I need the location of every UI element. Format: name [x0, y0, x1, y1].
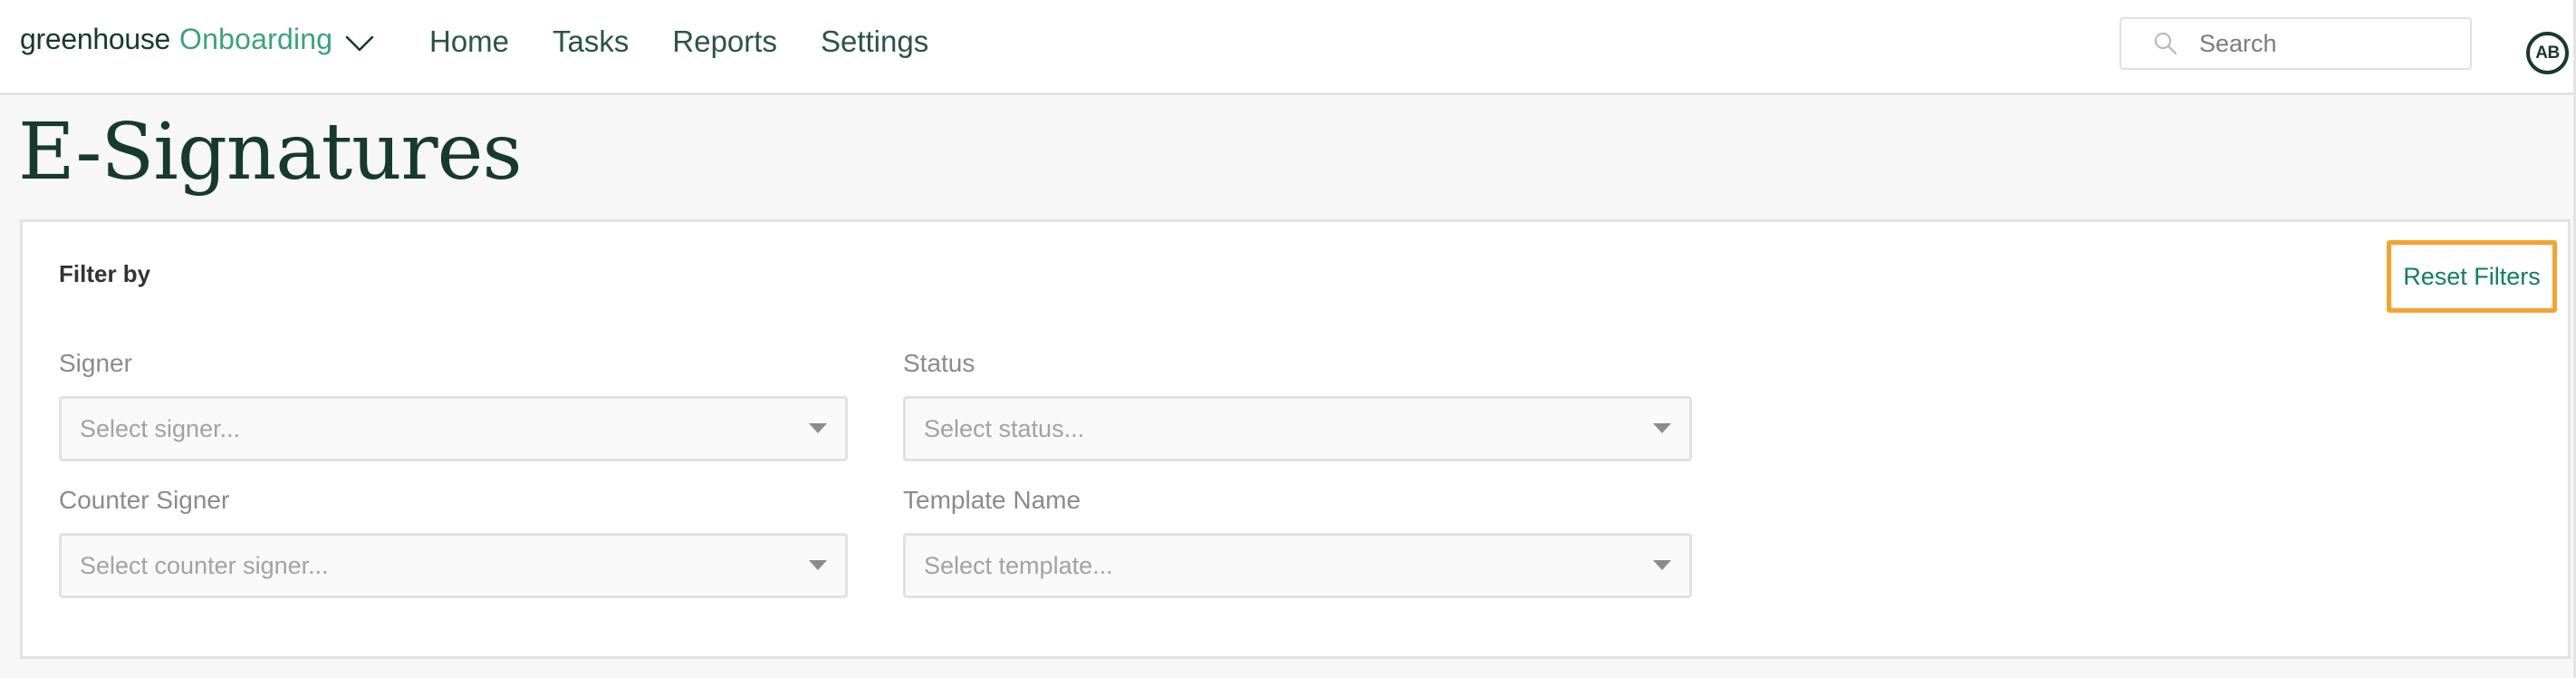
counter-signer-select-placeholder: Select counter signer... [80, 552, 329, 579]
chevron-down-icon[interactable] [345, 34, 374, 53]
filter-panel: Filter by Reset Filters Signer Select si… [20, 219, 2571, 659]
nav-item-reports[interactable]: Reports [672, 22, 777, 62]
search-input[interactable] [2197, 26, 2460, 61]
top-navigation-bar: greenhouse Onboarding Home Tasks Reports… [0, 0, 2576, 95]
status-select-placeholder: Select status... [924, 415, 1085, 442]
counter-signer-filter: Counter Signer Select counter signer... [59, 484, 848, 598]
status-label: Status [903, 349, 976, 377]
search-box[interactable] [2119, 17, 2472, 70]
page-title: E-Signatures [18, 107, 523, 198]
user-avatar[interactable]: AB [2526, 32, 2569, 74]
signer-label: Signer [59, 349, 132, 377]
main-nav: Home Tasks Reports Settings [429, 22, 928, 62]
product-switcher[interactable]: greenhouse Onboarding [20, 16, 374, 62]
counter-signer-select[interactable]: Select counter signer... [59, 533, 848, 598]
status-filter: Status Select status... [903, 347, 1692, 461]
template-name-filter: Template Name Select template... [903, 484, 1692, 598]
dropdown-arrow-icon [1653, 560, 1671, 570]
template-select[interactable]: Select template... [903, 533, 1692, 598]
search-icon [2155, 33, 2177, 54]
status-select[interactable]: Select status... [903, 396, 1692, 461]
signer-select[interactable]: Select signer... [59, 396, 848, 461]
signer-select-placeholder: Select signer... [80, 415, 241, 442]
nav-item-home[interactable]: Home [429, 22, 509, 62]
dropdown-arrow-icon [809, 560, 827, 570]
reset-filters-button[interactable]: Reset Filters [2387, 240, 2557, 313]
template-name-label: Template Name [903, 486, 1081, 514]
template-select-placeholder: Select template... [924, 552, 1113, 579]
dropdown-arrow-icon [1653, 423, 1671, 433]
counter-signer-label: Counter Signer [59, 486, 230, 514]
product-name: Onboarding [179, 22, 333, 55]
nav-item-tasks[interactable]: Tasks [553, 22, 629, 62]
dropdown-arrow-icon [809, 423, 827, 433]
signer-filter: Signer Select signer... [59, 347, 848, 461]
nav-item-settings[interactable]: Settings [821, 22, 928, 62]
greenhouse-logo: greenhouse [20, 22, 171, 55]
filter-heading: Filter by [59, 260, 151, 287]
